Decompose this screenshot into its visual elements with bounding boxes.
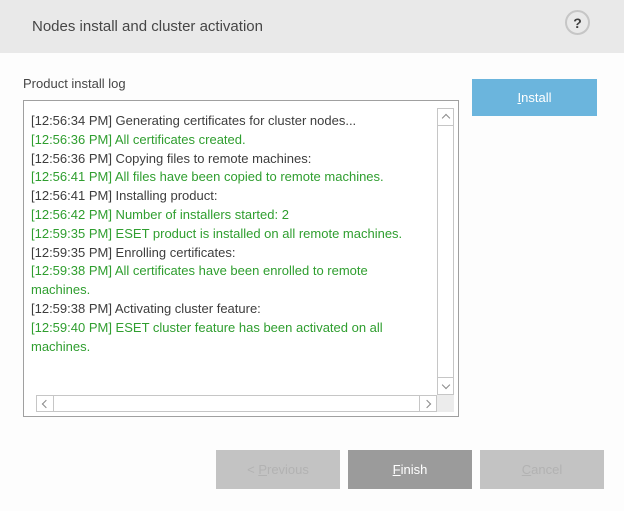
scroll-down-button[interactable] bbox=[438, 377, 453, 394]
scroll-up-button[interactable] bbox=[438, 109, 453, 126]
previous-button-prefix: < bbox=[247, 462, 258, 477]
log-line: [12:59:38 PM] Activating cluster feature… bbox=[31, 300, 434, 319]
log-line: [12:56:41 PM] Installing product: bbox=[31, 187, 434, 206]
log-line: [12:59:35 PM] Enrolling certificates: bbox=[31, 244, 434, 263]
scrollbar-corner bbox=[437, 395, 454, 412]
product-install-log-label: Product install log bbox=[23, 76, 126, 91]
cancel-button-label: Cancel bbox=[522, 462, 562, 477]
log-line: [12:59:40 PM] ESET cluster feature has b… bbox=[31, 319, 434, 338]
scroll-left-button[interactable] bbox=[37, 396, 54, 411]
header-bar: Nodes install and cluster activation ? bbox=[0, 0, 624, 53]
help-button[interactable]: ? bbox=[565, 10, 590, 35]
install-button[interactable]: Install bbox=[472, 79, 597, 116]
horizontal-scroll-track[interactable] bbox=[54, 396, 419, 411]
log-line: [12:56:36 PM] Copying files to remote ma… bbox=[31, 150, 434, 169]
log-lines: [12:56:34 PM] Generating certificates fo… bbox=[31, 112, 434, 392]
vertical-scrollbar[interactable] bbox=[437, 108, 454, 395]
log-line: [12:59:38 PM] All certificates have been… bbox=[31, 262, 434, 281]
wizard-window: Nodes install and cluster activation ? P… bbox=[0, 0, 624, 511]
cancel-button[interactable]: Cancel bbox=[480, 450, 604, 489]
chevron-left-icon bbox=[42, 399, 50, 407]
chevron-up-icon bbox=[441, 114, 449, 122]
previous-button[interactable]: < Previous bbox=[216, 450, 340, 489]
page-title: Nodes install and cluster activation bbox=[32, 0, 263, 53]
horizontal-scrollbar[interactable] bbox=[36, 395, 437, 412]
log-line: [12:56:42 PM] Number of installers start… bbox=[31, 206, 434, 225]
chevron-right-icon bbox=[423, 399, 431, 407]
log-line: machines. bbox=[31, 281, 434, 300]
install-button-label: Install bbox=[518, 90, 552, 105]
log-box: [12:56:34 PM] Generating certificates fo… bbox=[23, 100, 459, 417]
log-line: [12:56:36 PM] All certificates created. bbox=[31, 131, 434, 150]
question-mark-icon: ? bbox=[573, 15, 582, 31]
finish-button-label: Finish bbox=[393, 462, 428, 477]
chevron-down-icon bbox=[441, 381, 449, 389]
log-line: machines. bbox=[31, 338, 434, 357]
vertical-scroll-track[interactable] bbox=[438, 126, 453, 377]
log-line: [12:59:35 PM] ESET product is installed … bbox=[31, 225, 434, 244]
previous-button-label: Previous bbox=[258, 462, 309, 477]
scroll-right-button[interactable] bbox=[419, 396, 436, 411]
log-line: [12:56:41 PM] All files have been copied… bbox=[31, 168, 434, 187]
finish-button[interactable]: Finish bbox=[348, 450, 472, 489]
log-line: [12:56:34 PM] Generating certificates fo… bbox=[31, 112, 434, 131]
